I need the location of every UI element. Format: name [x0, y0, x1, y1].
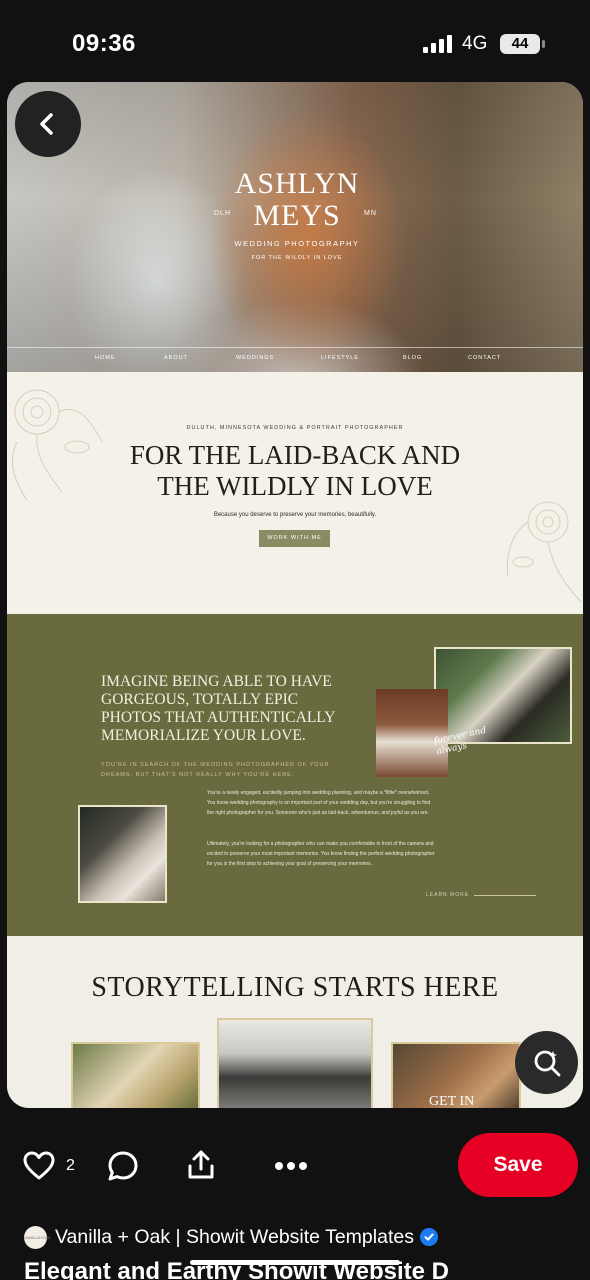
intro-lede: Because you deserve to preserve your mem… — [213, 512, 377, 518]
nav-item-about: ABOUT — [164, 355, 188, 361]
comment-icon — [108, 1151, 138, 1181]
more-icon — [275, 1162, 307, 1170]
about-paragraph-2: Ultimately, you're looking for a photogr… — [207, 841, 435, 867]
brand-location-right: MN — [364, 210, 377, 217]
nav-item-weddings: WEDDINGS — [236, 355, 275, 361]
visual-search-button[interactable] — [515, 1031, 578, 1094]
dress-photo — [376, 689, 448, 777]
signal-icon — [423, 35, 452, 53]
verified-icon — [419, 1228, 438, 1246]
story-thumb-2 — [217, 1018, 373, 1108]
share-icon — [188, 1150, 214, 1179]
nav-item-contact: CONTACT — [468, 355, 502, 361]
story-thumb-1 — [71, 1042, 200, 1108]
bride-photo — [78, 805, 167, 903]
intro-section: DULUTH, MINNESOTA WEDDING & PORTRAIT PHO… — [7, 372, 583, 614]
battery-indicator: 44 — [500, 34, 545, 54]
about-subhead: YOU'RE IN SEARCH OF THE WEDDING PHOTOGRA… — [101, 762, 330, 778]
share-button[interactable] — [184, 1147, 218, 1183]
brand-subtitle: WEDDING PHOTOGRAPHY — [234, 239, 360, 248]
site-nav: HOME ABOUT WEDDINGS LIFESTYLE BLOG CONTA… — [7, 355, 583, 365]
story-thumb-text: GET IN — [429, 1094, 475, 1108]
about-paragraph-1: You're a newly engaged, excitedly jumpin… — [207, 790, 431, 816]
back-button[interactable] — [15, 91, 81, 157]
learn-more-rule — [474, 895, 536, 896]
creator-name[interactable]: Vanilla + Oak | Showit Website Templates — [55, 1226, 414, 1249]
floral-right-icon — [507, 501, 582, 603]
brand-line-1: ASHLYN — [234, 167, 360, 200]
comment-button[interactable] — [105, 1148, 141, 1184]
nav-item-blog: BLOG — [403, 355, 423, 361]
brand-tagline: FOR THE WILDLY IN LOVE — [251, 255, 343, 261]
back-icon — [40, 113, 53, 135]
save-button[interactable]: Save — [458, 1133, 578, 1197]
learn-more-link: LEARN MORE — [426, 892, 470, 898]
intro-headline-line-1: FOR THE LAID-BACK AND — [129, 440, 461, 470]
like-count: 2 — [66, 1157, 75, 1174]
brand-name: ASHLYN MEYS — [197, 168, 397, 232]
work-with-me-button: WORK WITH ME — [259, 530, 330, 547]
about-headline: IMAGINE BEING ABLE TO HAVE GORGEOUS, TOT… — [101, 673, 335, 744]
storytelling-section: STORYTELLING STARTS HERE GET IN — [7, 936, 583, 1108]
status-time: 09:36 — [72, 30, 136, 57]
about-section: IMAGINE BEING ABLE TO HAVE GORGEOUS, TOT… — [7, 614, 583, 936]
couple-photo — [434, 647, 572, 744]
hero-section: ASHLYN MEYS DLH MN WEDDING PHOTOGRAPHY F… — [7, 82, 583, 372]
like-button[interactable] — [20, 1148, 58, 1184]
visual-search-icon — [534, 1050, 560, 1076]
intro-headline-line-2: THE WILDLY IN LOVE — [157, 471, 433, 501]
home-indicator[interactable] — [190, 1260, 400, 1265]
storytelling-title: STORYTELLING STARTS HERE — [91, 972, 499, 1003]
creator-avatar[interactable]: VANILLA+OAK — [24, 1225, 51, 1249]
story-thumb-3: GET IN — [391, 1042, 521, 1108]
nav-item-home: HOME — [95, 355, 116, 361]
nav-item-lifestyle: LIFESTYLE — [321, 355, 360, 361]
status-bar: 09:36 4G 44 — [0, 0, 590, 82]
pin-image[interactable]: ASHLYN MEYS DLH MN WEDDING PHOTOGRAPHY F… — [7, 82, 583, 1108]
network-label: 4G — [462, 33, 488, 54]
intro-kicker: DULUTH, MINNESOTA WEDDING & PORTRAIT PHO… — [186, 425, 404, 431]
heart-icon — [23, 1151, 55, 1180]
intro-headline: FOR THE LAID-BACK AND THE WILDLY IN LOVE — [97, 440, 493, 502]
brand-location-left: DLH — [214, 210, 232, 217]
more-options-button[interactable] — [272, 1155, 310, 1177]
creator-row[interactable]: VANILLA+OAK Vanilla + Oak | Showit Websi… — [24, 1224, 438, 1250]
hero-divider — [7, 347, 583, 348]
